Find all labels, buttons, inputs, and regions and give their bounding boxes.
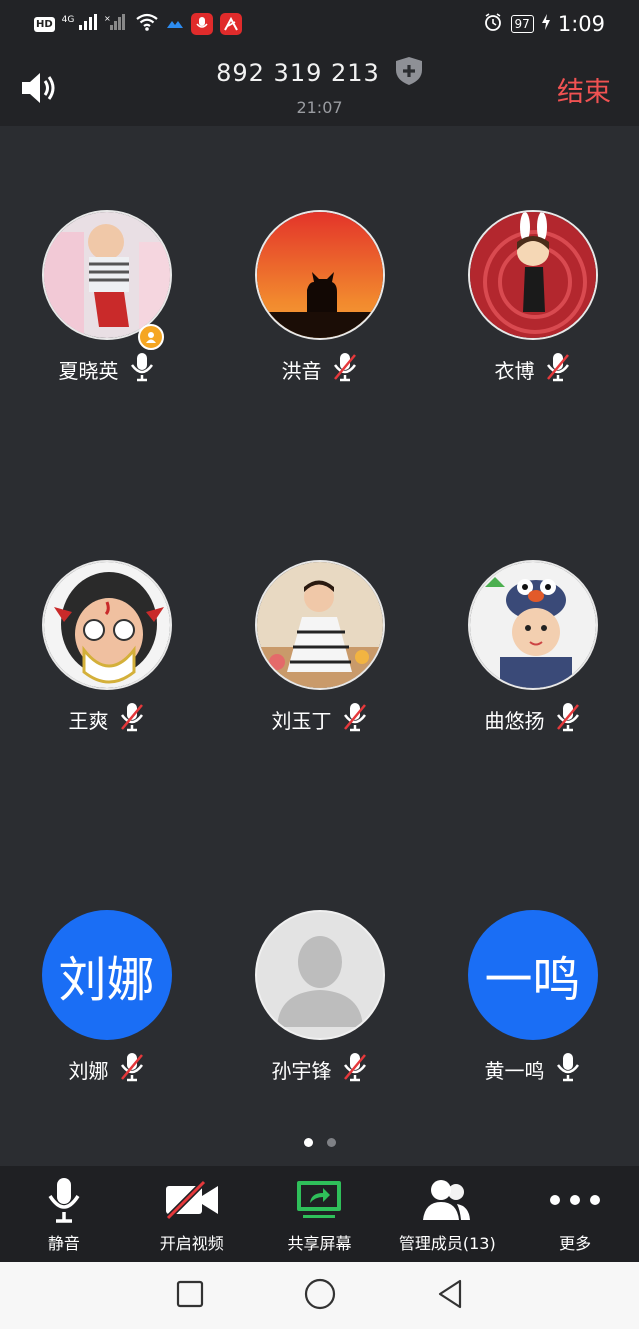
avatar <box>254 560 385 690</box>
clock: 1:09 <box>557 12 605 36</box>
default-avatar-icon <box>254 910 385 1040</box>
mic-muted-icon <box>119 1052 145 1086</box>
security-shield-icon[interactable] <box>395 56 423 90</box>
participant-name: 曲悠扬 <box>484 708 545 733</box>
manage-members-button[interactable]: 管理成员(13) <box>383 1166 511 1262</box>
recents-icon[interactable] <box>176 1280 204 1312</box>
video-off-icon <box>164 1176 220 1224</box>
participant-tile[interactable]: 洪音 <box>213 210 426 384</box>
page-indicator[interactable] <box>0 1138 639 1147</box>
meeting-toolbar: 静音 开启视频 共享屏幕 管理成员(13) 更多 <box>0 1166 639 1262</box>
mute-button[interactable]: 静音 <box>0 1166 128 1262</box>
mic-muted-icon <box>545 352 571 386</box>
avatar-initials: 一鸣 <box>467 910 598 1040</box>
manage-members-label: 管理成员(13) <box>398 1234 496 1253</box>
participant-tile[interactable]: 夏晓英 <box>0 210 213 384</box>
meeting-duration: 21:07 <box>296 98 343 117</box>
network-type: 4G <box>61 15 75 25</box>
avatar <box>467 210 598 340</box>
page-dot-active[interactable] <box>303 1138 313 1147</box>
mic-on-icon <box>129 352 155 386</box>
share-screen-icon <box>295 1176 343 1224</box>
participant-tile[interactable]: 一鸣 黄一鸣 <box>426 910 639 1084</box>
microphone-icon <box>46 1176 82 1224</box>
participant-name: 王爽 <box>68 708 109 733</box>
svg-text:×: × <box>104 14 111 23</box>
host-badge-icon <box>137 324 164 350</box>
mute-label: 静音 <box>47 1234 80 1253</box>
system-nav-bar <box>0 1262 639 1329</box>
mic-muted-icon <box>119 702 145 736</box>
participant-name: 黄一鸣 <box>484 1058 545 1083</box>
start-video-button[interactable]: 开启视频 <box>128 1166 256 1262</box>
participant-tile[interactable]: 刘娜 刘娜 <box>0 910 213 1084</box>
back-icon[interactable] <box>436 1278 464 1314</box>
mic-muted-icon <box>332 352 358 386</box>
meeting-header: 892 319 213 21:07 结束 <box>0 48 639 126</box>
avatar <box>41 210 172 340</box>
participant-tile[interactable]: 曲悠扬 <box>426 560 639 734</box>
signal-2-icon: × <box>104 14 128 34</box>
more-button[interactable]: 更多 <box>511 1166 639 1262</box>
participant-tile[interactable]: 孙宇锋 <box>213 910 426 1084</box>
start-video-label: 开启视频 <box>159 1234 224 1253</box>
charging-icon <box>541 14 550 34</box>
participant-name: 刘娜 <box>68 1058 109 1083</box>
participant-tile[interactable]: 衣博 <box>426 210 639 384</box>
reader-app-icon <box>220 13 243 35</box>
alarm-icon <box>483 12 503 36</box>
home-icon[interactable] <box>304 1278 336 1314</box>
page-dot[interactable] <box>326 1138 336 1147</box>
cloud-app-icon <box>166 15 184 34</box>
mic-muted-icon <box>342 702 368 736</box>
participant-grid: 夏晓英 洪音 衣博 王爽 刘玉丁 曲悠扬 刘娜 刘娜 孙宇锋 一鸣 黄一鸣 <box>0 126 639 1166</box>
wifi-icon <box>135 13 159 35</box>
participant-name: 孙宇锋 <box>271 1058 332 1083</box>
members-icon <box>423 1176 471 1224</box>
participant-tile[interactable]: 王爽 <box>0 560 213 734</box>
share-screen-button[interactable]: 共享屏幕 <box>256 1166 384 1262</box>
participant-name: 刘玉丁 <box>271 708 332 733</box>
recorder-app-icon <box>191 13 214 35</box>
status-bar: HD 4G × 97 1:09 <box>0 0 639 48</box>
more-dots-icon <box>549 1176 601 1224</box>
more-label: 更多 <box>559 1234 592 1253</box>
hd-voice-icon: HD <box>34 16 55 32</box>
participant-name: 洪音 <box>281 358 322 383</box>
participant-name: 夏晓英 <box>58 358 119 383</box>
share-screen-label: 共享屏幕 <box>287 1234 352 1253</box>
end-meeting-button[interactable]: 结束 <box>557 70 611 109</box>
participant-name: 衣博 <box>494 358 535 383</box>
mic-muted-icon <box>555 702 581 736</box>
mic-on-icon <box>555 1052 581 1086</box>
participant-tile[interactable]: 刘玉丁 <box>213 560 426 734</box>
meeting-id[interactable]: 892 319 213 <box>216 59 380 87</box>
avatar <box>41 560 172 690</box>
avatar <box>467 560 598 690</box>
avatar-initials: 刘娜 <box>41 910 172 1040</box>
mic-muted-icon <box>342 1052 368 1086</box>
battery-level: 97 <box>510 15 534 33</box>
signal-icon: 4G <box>62 14 98 34</box>
avatar <box>254 210 385 340</box>
